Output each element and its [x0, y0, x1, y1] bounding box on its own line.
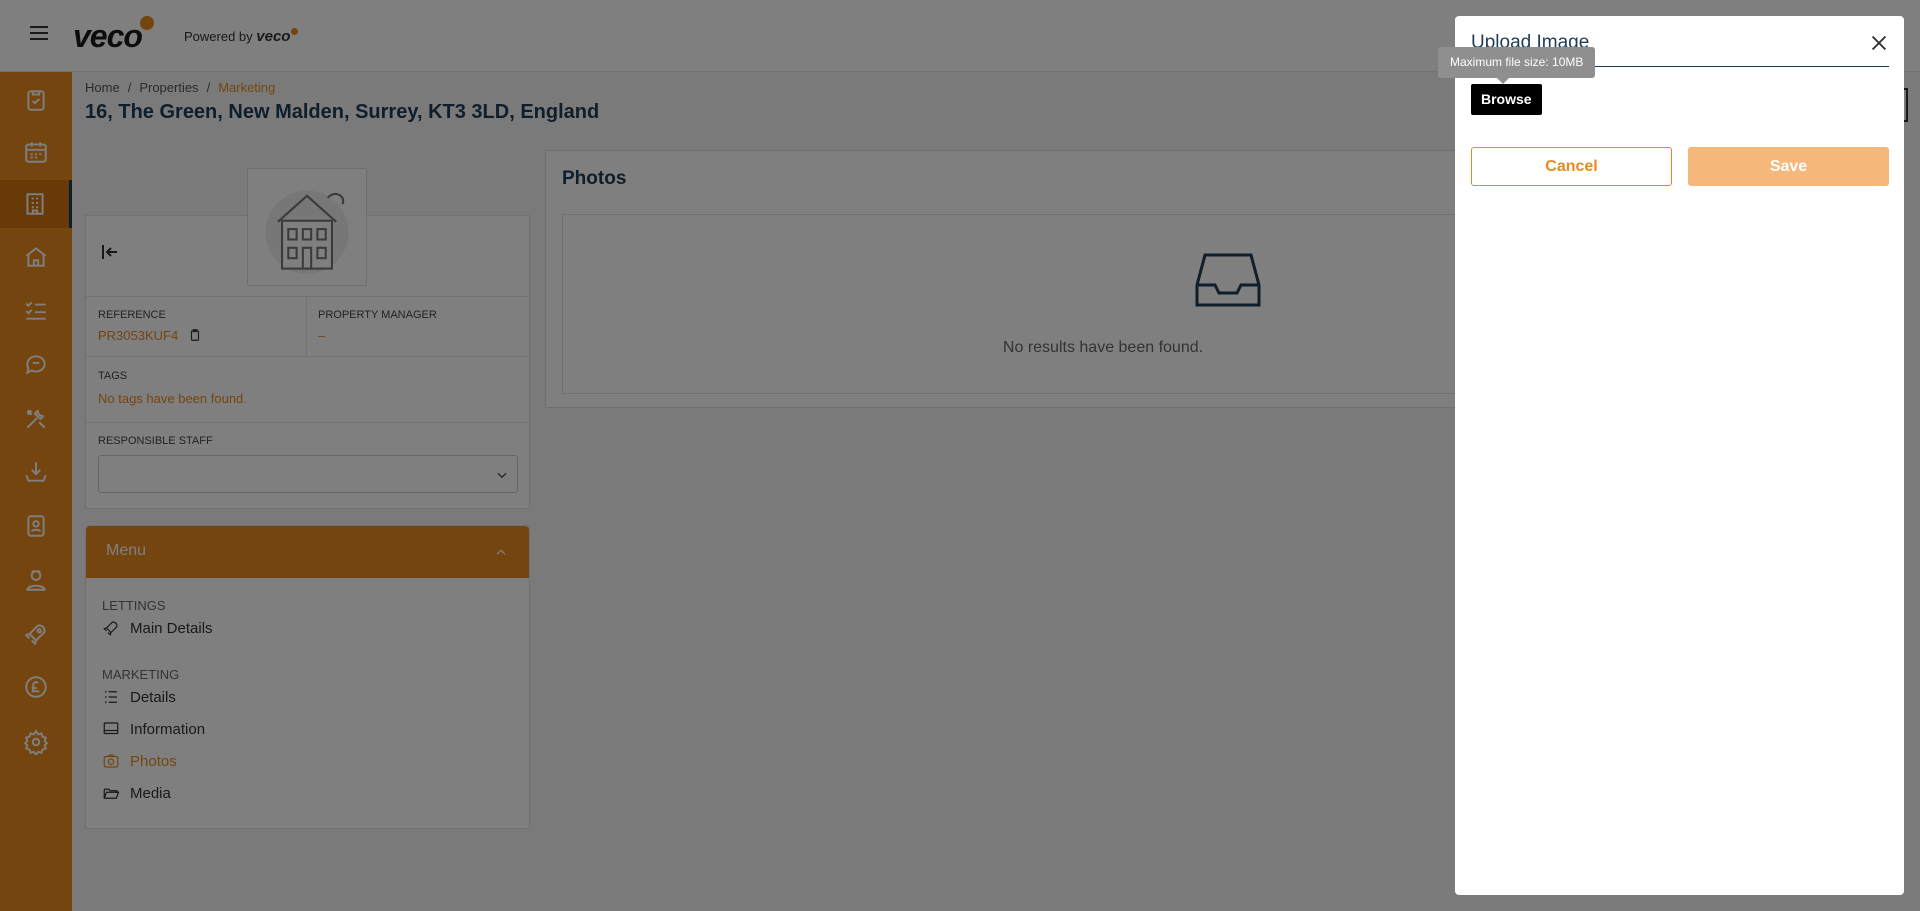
file-size-tooltip: Maximum file size: 10MB: [1438, 47, 1596, 78]
upload-image-modal: Upload Image Browse Maximum file size: 1…: [1438, 16, 1904, 895]
close-icon: [1871, 35, 1887, 51]
close-button[interactable]: [1868, 32, 1890, 54]
cancel-button[interactable]: Cancel: [1471, 147, 1672, 186]
browse-button[interactable]: Browse: [1471, 84, 1542, 115]
save-button[interactable]: Save: [1688, 147, 1889, 186]
tooltip-arrow: [1497, 78, 1509, 84]
